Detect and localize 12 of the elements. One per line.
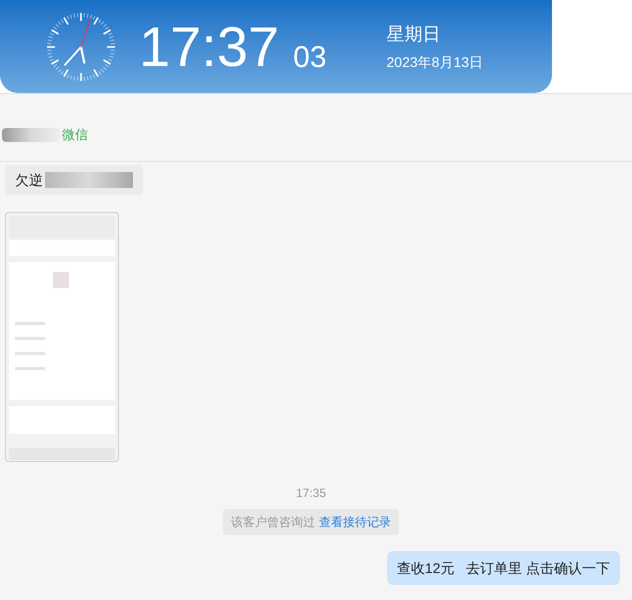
message-time: 17:35	[296, 485, 326, 502]
clock-time: 17:37	[139, 18, 280, 74]
channel-label: 微信	[62, 126, 88, 144]
weekday-label: 星期日	[386, 22, 442, 46]
message-text: 查收12元 去订单里 点击确认一下	[396, 558, 610, 578]
notice-text: 该客户曾咨询过	[231, 514, 315, 531]
date-label: 2023年8月13日	[386, 52, 484, 72]
message-text: 欠逆	[15, 170, 43, 190]
clock-seconds: 03	[293, 42, 327, 72]
clock-icon	[45, 10, 117, 82]
blurred-name	[2, 128, 60, 142]
history-link[interactable]: 查看接待记录	[319, 513, 391, 531]
